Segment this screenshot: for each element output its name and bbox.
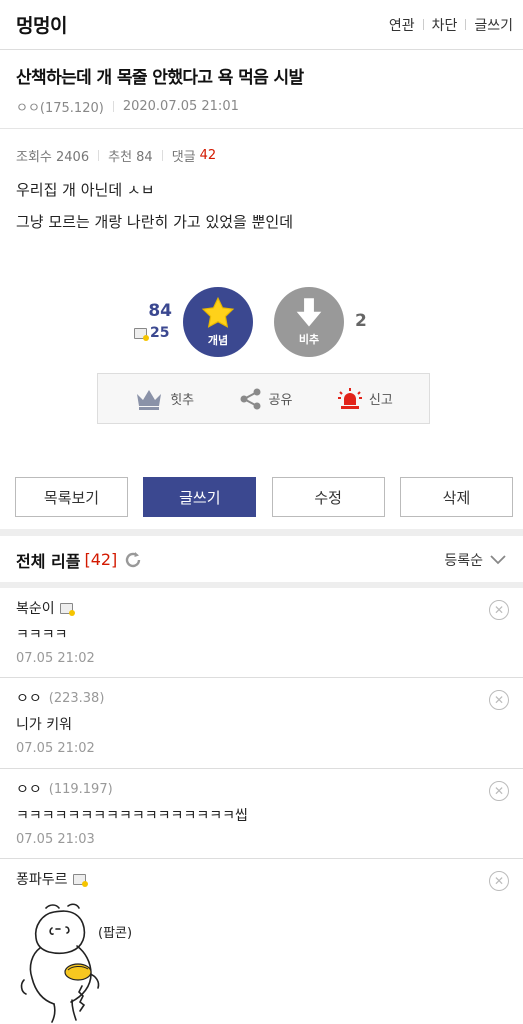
close-icon[interactable]: ✕ bbox=[489, 690, 509, 710]
comments-title: 전체 리플 [42] bbox=[16, 548, 143, 572]
sort-select[interactable]: 등록순 bbox=[444, 550, 507, 570]
share-button[interactable]: 공유 bbox=[239, 387, 293, 411]
comment-author[interactable]: 복순이 bbox=[16, 598, 75, 618]
comment-item: 복순이 ㅋㅋㅋㅋ 07.05 21:02 ✕ bbox=[0, 588, 523, 678]
share-icon bbox=[240, 388, 261, 409]
post-body-line: 우리집 개 아닌데 ㅅㅂ bbox=[16, 181, 155, 199]
post-button-row: 목록보기 글쓰기 수정 삭제 bbox=[15, 477, 513, 517]
arrow-down-icon bbox=[296, 298, 322, 327]
divider bbox=[98, 149, 100, 161]
comment-nick: 퐁파두르 bbox=[16, 872, 68, 888]
close-icon[interactable]: ✕ bbox=[489, 600, 509, 620]
gallery-name[interactable]: 멍멍이 bbox=[16, 11, 67, 38]
divider bbox=[422, 19, 424, 30]
dccon-caption: (팝콘) bbox=[98, 926, 133, 941]
post-title: 산책하는데 개 목줄 안했다고 욕 먹음 시발 bbox=[16, 68, 304, 88]
crown-icon bbox=[137, 389, 162, 410]
comment-ip: (119.197) bbox=[48, 781, 113, 797]
section-divider bbox=[0, 529, 523, 536]
comment-text: ㅋㅋㅋㅋ bbox=[16, 627, 68, 643]
fixed-nick-icon bbox=[59, 602, 75, 616]
comment-ip: (223.38) bbox=[48, 690, 105, 706]
fixed-up-value: 25 bbox=[150, 325, 170, 341]
comments-header: 전체 리플 [42] 등록순 bbox=[0, 537, 523, 582]
comment-count[interactable]: 42 bbox=[200, 148, 217, 163]
report-button[interactable]: 신고 bbox=[337, 387, 393, 411]
view-count: 조회수 2406 bbox=[16, 149, 90, 165]
comment-count-label: 댓글 bbox=[171, 149, 196, 165]
comments-total: [42] bbox=[84, 550, 118, 569]
sort-label: 등록순 bbox=[444, 552, 483, 569]
related-link[interactable]: 연관 bbox=[389, 15, 415, 35]
refresh-icon[interactable] bbox=[123, 550, 143, 570]
hit-label: 힛추 bbox=[170, 393, 195, 408]
post-author[interactable]: ㅇㅇ(175.120) bbox=[16, 97, 104, 116]
comment-text: ㅋㅋㅋㅋㅋㅋㅋㅋㅋㅋㅋㅋㅋㅋㅋㅋㅋ씹 bbox=[16, 808, 248, 824]
write-button[interactable]: 글쓰기 bbox=[143, 477, 257, 517]
divider bbox=[112, 100, 114, 112]
chevron-down-icon bbox=[490, 554, 506, 564]
post-body-line: 그냥 모르는 개랑 나란히 가고 있었을 뿐인데 bbox=[16, 213, 294, 231]
recommend-count: 추천 84 bbox=[108, 149, 153, 165]
hit-button[interactable]: 힛추 bbox=[134, 388, 194, 410]
siren-icon bbox=[337, 387, 362, 409]
edit-button[interactable]: 수정 bbox=[271, 477, 385, 517]
post-stats: 조회수 2406 추천 84 댓글 42 bbox=[0, 129, 523, 165]
close-icon[interactable]: ✕ bbox=[489, 871, 509, 891]
comment-date: 07.05 21:02 bbox=[16, 651, 95, 666]
comment-item: ㅇㅇ (223.38) 니가 키워 07.05 21:02 ✕ bbox=[0, 678, 523, 769]
downvote-button[interactable]: 비추 bbox=[274, 287, 344, 357]
report-label: 신고 bbox=[368, 393, 393, 408]
post-actions: 힛추 공유 신고 bbox=[97, 373, 430, 424]
comment-author[interactable]: ㅇㅇ (119.197) bbox=[16, 779, 113, 799]
share-label: 공유 bbox=[268, 393, 293, 408]
comment-nick: 복순이 bbox=[16, 601, 55, 617]
comment-author[interactable]: 퐁파두르 bbox=[16, 869, 88, 889]
comment-nick: ㅇㅇ bbox=[16, 782, 42, 798]
divider bbox=[161, 149, 163, 161]
write-link[interactable]: 글쓰기 bbox=[474, 15, 513, 35]
fixed-nick-icon bbox=[72, 873, 88, 887]
block-link[interactable]: 차단 bbox=[432, 15, 458, 35]
comment-text: 니가 키워 bbox=[16, 717, 72, 733]
comment-nick: ㅇㅇ bbox=[16, 691, 42, 707]
gallery-header: 멍멍이 연관 차단 글쓰기 bbox=[0, 0, 523, 50]
post-header: 산책하는데 개 목줄 안했다고 욕 먹음 시발 ㅇㅇ(175.120) 2020… bbox=[0, 50, 523, 116]
fixed-up-count: 25 bbox=[134, 325, 169, 341]
upvote-label: 개념 bbox=[207, 334, 229, 347]
fixed-nick-icon bbox=[134, 327, 149, 341]
comment-author[interactable]: ㅇㅇ (223.38) bbox=[16, 688, 104, 708]
down-count: 2 bbox=[355, 311, 367, 331]
post-meta: ㅇㅇ(175.120) 2020.07.05 21:01 bbox=[16, 96, 507, 116]
post-body: 우리집 개 아닌데 ㅅㅂ 그냥 모르는 개랑 나란히 가고 있었을 뿐인데 bbox=[0, 164, 523, 238]
delete-button[interactable]: 삭제 bbox=[399, 477, 513, 517]
comment-item: ㅇㅇ (119.197) ㅋㅋㅋㅋㅋㅋㅋㅋㅋㅋㅋㅋㅋㅋㅋㅋㅋ씹 07.05 21… bbox=[0, 769, 523, 859]
list-button[interactable]: 목록보기 bbox=[15, 477, 128, 517]
comment-date: 07.05 21:03 bbox=[16, 832, 95, 847]
up-count: 84 bbox=[148, 301, 172, 321]
comments-title-text: 전체 리플 bbox=[16, 551, 81, 571]
upvote-button[interactable]: 개념 bbox=[183, 287, 253, 357]
vote-area: 84 25 개념 비추 2 bbox=[0, 287, 523, 357]
star-icon bbox=[201, 296, 235, 328]
post-datetime: 2020.07.05 21:01 bbox=[122, 98, 239, 114]
downvote-label: 비추 bbox=[298, 333, 320, 346]
comment-date: 07.05 21:02 bbox=[16, 741, 95, 756]
dccon-sticker-image bbox=[20, 903, 100, 1023]
header-links: 연관 차단 글쓰기 bbox=[389, 15, 513, 35]
divider bbox=[465, 19, 467, 30]
close-icon[interactable]: ✕ bbox=[489, 781, 509, 801]
